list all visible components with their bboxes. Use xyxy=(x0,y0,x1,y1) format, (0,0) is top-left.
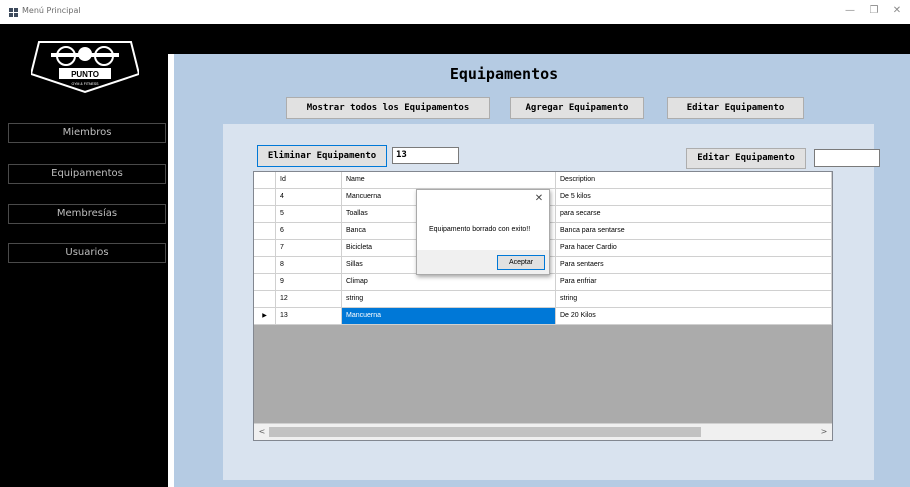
grid-header-row: Id Name Description xyxy=(254,172,832,189)
table-row[interactable]: 9 Climap Para enfriar xyxy=(254,274,832,291)
grid-corner-header xyxy=(254,172,276,189)
cell-id[interactable]: 4 xyxy=(276,189,342,206)
cell-id[interactable]: 8 xyxy=(276,257,342,274)
horizontal-scrollbar[interactable]: < > xyxy=(254,423,832,440)
cell-id[interactable]: 7 xyxy=(276,240,342,257)
column-header-name[interactable]: Name xyxy=(342,172,556,189)
logo-text: PUNTO xyxy=(71,70,99,79)
row-header[interactable] xyxy=(254,240,276,257)
cell-description[interactable]: Para sentaers xyxy=(556,257,832,274)
minimize-button[interactable]: — xyxy=(842,4,858,18)
cell-name-selected[interactable]: Mancuerna xyxy=(342,308,556,325)
sidebar-item-usuarios[interactable]: Usuarios xyxy=(8,243,166,263)
row-header[interactable] xyxy=(254,291,276,308)
table-row[interactable]: 12 string string xyxy=(254,291,832,308)
logo-subtext: GYM & FITNESS xyxy=(71,82,99,86)
main-window: Menú Principal — ❐ ✕ PUNTO GYM & FITNESS… xyxy=(0,0,910,487)
column-header-id[interactable]: Id xyxy=(276,172,342,189)
window-title: Menú Principal xyxy=(22,6,81,15)
show-all-equipment-button[interactable]: Mostrar todos los Equipamentos xyxy=(286,97,490,119)
scroll-left-icon[interactable]: < xyxy=(256,426,268,438)
column-header-description[interactable]: Description xyxy=(556,172,832,189)
cell-id[interactable]: 9 xyxy=(276,274,342,291)
cell-description[interactable]: De 5 kilos xyxy=(556,189,832,206)
sidebar: PUNTO GYM & FITNESS Miembros Equipamento… xyxy=(0,24,168,487)
app-window-icon xyxy=(9,8,18,17)
table-row-selected[interactable]: ▶ 13 Mancuerna De 20 Kilos xyxy=(254,308,832,325)
edit-equipment-panel-button[interactable]: Editar Equipamento xyxy=(686,148,806,169)
row-header[interactable] xyxy=(254,206,276,223)
delete-id-input[interactable]: 13 xyxy=(392,147,459,164)
row-header[interactable] xyxy=(254,223,276,240)
cell-description[interactable]: string xyxy=(556,291,832,308)
cell-id[interactable]: 13 xyxy=(276,308,342,325)
row-header[interactable] xyxy=(254,257,276,274)
row-header[interactable] xyxy=(254,189,276,206)
edit-id-input[interactable] xyxy=(814,149,880,167)
cell-id[interactable]: 5 xyxy=(276,206,342,223)
title-bar: Menú Principal — ❐ ✕ xyxy=(0,0,910,24)
close-button[interactable]: ✕ xyxy=(889,4,905,18)
cell-description[interactable]: Banca para sentarse xyxy=(556,223,832,240)
page-title: Equipamentos xyxy=(449,65,559,83)
sidebar-item-membresias[interactable]: Membresías xyxy=(8,204,166,224)
cell-description[interactable]: Para enfriar xyxy=(556,274,832,291)
cell-name[interactable]: Climap xyxy=(342,274,556,291)
equipment-panel: Eliminar Equipamento 13 Editar Equipamen… xyxy=(223,124,880,480)
scrollbar-thumb[interactable] xyxy=(269,427,701,437)
delete-equipment-button[interactable]: Eliminar Equipamento xyxy=(257,145,387,167)
dialog-footer: Aceptar xyxy=(417,250,549,274)
dialog-ok-button[interactable]: Aceptar xyxy=(497,255,545,270)
message-dialog: ✕ Equipamento borrado con exito!! Acepta… xyxy=(416,189,550,275)
cell-description[interactable]: Para hacer Cardio xyxy=(556,240,832,257)
dialog-close-icon[interactable]: ✕ xyxy=(533,193,545,205)
dialog-message: Equipamento borrado con exito!! xyxy=(429,226,531,233)
current-row-indicator-icon[interactable]: ▶ xyxy=(254,308,276,325)
cell-id[interactable]: 12 xyxy=(276,291,342,308)
maximize-button[interactable]: ❐ xyxy=(866,4,882,18)
row-header[interactable] xyxy=(254,274,276,291)
cell-description[interactable]: para secarse xyxy=(556,206,832,223)
edit-equipment-button[interactable]: Editar Equipamento xyxy=(667,97,804,119)
sidebar-item-equipamentos[interactable]: Equipamentos xyxy=(8,164,166,184)
sidebar-item-miembros[interactable]: Miembros xyxy=(8,123,166,143)
add-equipment-button[interactable]: Agregar Equipamento xyxy=(510,97,644,119)
gym-logo: PUNTO GYM & FITNESS xyxy=(31,41,139,94)
scroll-right-icon[interactable]: > xyxy=(818,426,830,438)
cell-description[interactable]: De 20 Kilos xyxy=(556,308,832,325)
cell-name[interactable]: string xyxy=(342,291,556,308)
cell-id[interactable]: 6 xyxy=(276,223,342,240)
